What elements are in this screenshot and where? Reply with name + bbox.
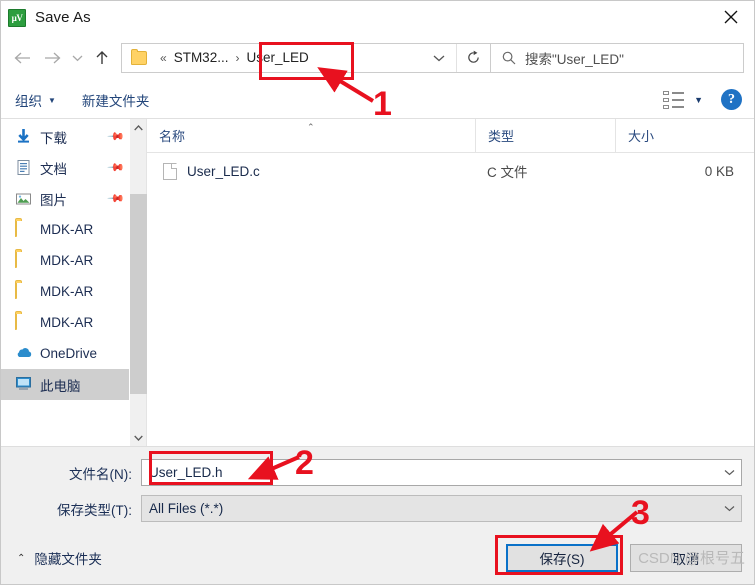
content-area: 下载 📌 文档 📌 图片 📌 MDK-AR MDK-AR MDK-AR MDK-… — [1, 119, 754, 446]
breadcrumb-overflow[interactable]: « — [155, 51, 172, 65]
organize-label: 组织 — [15, 93, 42, 109]
sidebar-item-label: 文档 — [40, 161, 67, 177]
column-header-label: 大小 — [628, 129, 655, 144]
sidebar-item-pictures[interactable]: 图片 📌 — [1, 183, 129, 214]
sort-ascending-icon: ⌃ — [307, 122, 315, 132]
chevron-up-icon: ⌃ — [17, 552, 26, 564]
navigation-bar: « STM32... › User_LED 搜索"User_LED" — [1, 34, 754, 81]
column-header-label: 类型 — [488, 129, 515, 144]
pin-icon: 📌 — [106, 189, 125, 208]
breadcrumb-separator: › — [235, 50, 240, 65]
save-as-dialog: µV Save As « STM32... › User_LED 搜索"User… — [0, 0, 755, 585]
sidebar-item-mdk-arm-4[interactable]: MDK-AR — [1, 307, 129, 338]
folder-icon — [15, 251, 32, 269]
this-pc-icon — [15, 376, 32, 393]
folder-icon — [131, 48, 147, 65]
download-icon — [15, 128, 32, 145]
file-list: 名称 ⌃ 类型 大小 User_LED.c C 文件 0 KB — [147, 119, 754, 446]
view-options-icon[interactable] — [663, 90, 685, 109]
save-form: 文件名(N): User_LED.h 保存类型(T): All Files (*… — [1, 446, 754, 584]
sidebar-item-label: MDK-AR — [40, 222, 94, 237]
filetype-select[interactable]: All Files (*.*) — [141, 495, 742, 522]
column-header-label: 名称 — [159, 129, 186, 144]
view-chevron-down-icon[interactable]: ▼ — [694, 95, 703, 105]
sidebar-item-label: 图片 — [40, 192, 67, 208]
file-icon — [163, 162, 177, 180]
help-icon[interactable]: ? — [721, 89, 742, 110]
filetype-value: All Files (*.*) — [149, 501, 224, 516]
breadcrumb-parent[interactable]: STM32... — [172, 50, 231, 65]
search-icon — [502, 51, 516, 65]
pin-icon: 📌 — [106, 127, 125, 146]
file-name-label: User_LED.c — [187, 163, 260, 179]
pin-icon: 📌 — [106, 158, 125, 177]
cancel-button[interactable]: 取消 — [630, 544, 742, 572]
navigation-pane: 下载 📌 文档 📌 图片 📌 MDK-AR MDK-AR MDK-AR MDK-… — [1, 119, 129, 446]
search-placeholder: 搜索"User_LED" — [525, 51, 624, 67]
chevron-down-icon[interactable] — [717, 469, 741, 476]
sidebar-scrollbar[interactable] — [129, 119, 147, 446]
back-icon[interactable] — [7, 43, 37, 73]
close-icon[interactable] — [708, 1, 754, 33]
pictures-icon — [15, 190, 32, 207]
chevron-down-icon[interactable] — [717, 505, 741, 512]
file-type-cell: C 文件 — [487, 165, 528, 180]
table-row[interactable]: User_LED.c C 文件 0 KB — [147, 153, 754, 189]
sidebar-item-onedrive[interactable]: OneDrive — [1, 338, 129, 369]
scroll-up-icon[interactable] — [130, 119, 147, 136]
up-icon[interactable] — [87, 43, 117, 73]
hide-folders-label: 隐藏文件夹 — [34, 552, 102, 567]
chevron-down-icon: ▼ — [48, 96, 56, 105]
column-header-type[interactable]: 类型 — [475, 119, 615, 152]
hide-folders-button[interactable]: ⌃ 隐藏文件夹 — [17, 548, 102, 568]
title-bar: µV Save As — [1, 1, 754, 34]
sidebar-item-mdk-arm-3[interactable]: MDK-AR — [1, 276, 129, 307]
document-icon — [15, 159, 32, 176]
filename-label: 文件名(N): — [69, 466, 132, 482]
filetype-label: 保存类型(T): — [57, 502, 132, 518]
folder-icon — [15, 313, 32, 331]
scroll-down-icon[interactable] — [130, 429, 147, 446]
sidebar-item-downloads[interactable]: 下载 📌 — [1, 121, 129, 152]
folder-icon — [15, 220, 32, 238]
filetype-row: 保存类型(T): All Files (*.*) — [1, 495, 754, 522]
column-headers: 名称 ⌃ 类型 大小 — [147, 119, 754, 153]
recent-locations-chevron-down-icon[interactable] — [67, 43, 87, 73]
filename-row: 文件名(N): User_LED.h — [1, 459, 754, 486]
search-input[interactable]: 搜索"User_LED" — [491, 42, 744, 73]
filename-value: User_LED.h — [149, 465, 223, 480]
sidebar-item-documents[interactable]: 文档 📌 — [1, 152, 129, 183]
column-header-size[interactable]: 大小 — [615, 119, 754, 152]
sidebar-item-label: MDK-AR — [40, 253, 94, 268]
forward-icon[interactable] — [37, 43, 67, 73]
folder-icon — [15, 282, 32, 300]
uvision-icon: µV — [8, 8, 26, 27]
command-bar: 组织 ▼ 新建文件夹 ▼ ? — [1, 81, 754, 119]
sidebar-item-label: 此电脑 — [40, 378, 81, 394]
sidebar-item-label: OneDrive — [40, 346, 98, 361]
window-title: Save As — [35, 9, 91, 26]
sidebar-item-label: MDK-AR — [40, 315, 94, 330]
sidebar-item-mdk-arm-1[interactable]: MDK-AR — [1, 214, 129, 245]
onedrive-icon — [15, 345, 32, 362]
organize-button[interactable]: 组织 ▼ — [15, 90, 56, 110]
sidebar-item-mdk-arm-2[interactable]: MDK-AR — [1, 245, 129, 276]
file-size-cell: 0 KB — [704, 163, 734, 179]
filename-input[interactable]: User_LED.h — [141, 459, 742, 486]
sidebar-item-label: MDK-AR — [40, 284, 94, 299]
sidebar-item-this-pc[interactable]: 此电脑 — [1, 369, 129, 400]
new-folder-button[interactable]: 新建文件夹 — [82, 90, 150, 110]
command-bar-right: ▼ ? — [663, 89, 754, 110]
column-header-name[interactable]: 名称 ⌃ — [147, 119, 475, 152]
save-button[interactable]: 保存(S) — [506, 544, 618, 572]
button-row: ⌃ 隐藏文件夹 保存(S) 取消 — [1, 531, 754, 584]
address-chevron-down-icon[interactable] — [422, 44, 456, 72]
sidebar-item-label: 下载 — [40, 130, 67, 146]
refresh-icon[interactable] — [456, 43, 490, 72]
scrollbar-thumb[interactable] — [130, 194, 147, 394]
new-folder-label: 新建文件夹 — [81, 93, 150, 109]
address-bar[interactable]: « STM32... › User_LED — [121, 42, 491, 73]
file-name-cell: User_LED.c — [147, 162, 475, 180]
breadcrumb-current[interactable]: User_LED — [244, 50, 310, 65]
